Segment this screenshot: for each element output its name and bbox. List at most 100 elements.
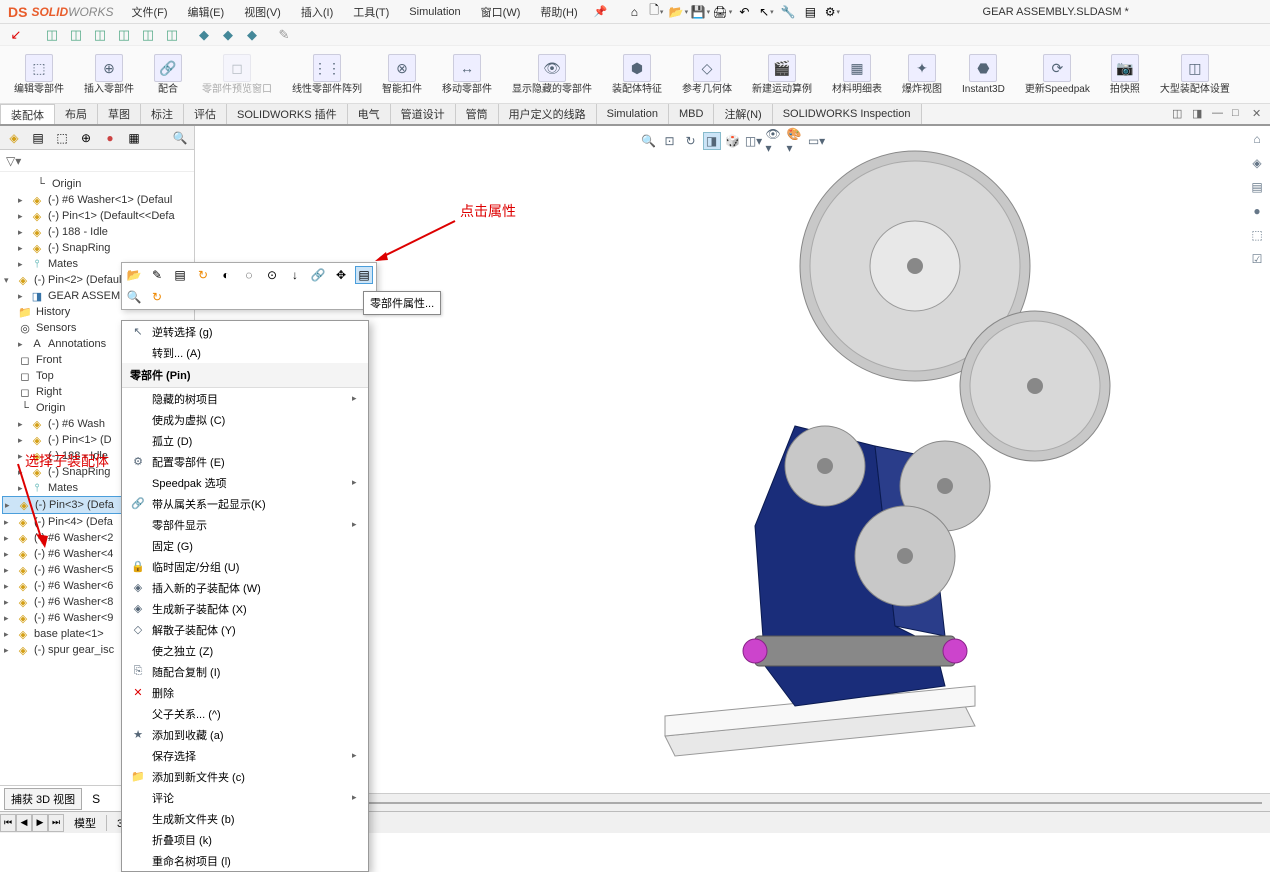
open-icon[interactable]: 📂▾	[669, 3, 687, 21]
search-icon[interactable]: 🔍	[170, 129, 190, 147]
ctx-item-fixed[interactable]: 固定 (G)	[122, 535, 368, 556]
ctx-edit-icon[interactable]: ✎	[148, 266, 166, 284]
ctx-mate-icon[interactable]: 🔗	[309, 266, 327, 284]
ctx-rotate-icon[interactable]: ↻	[148, 288, 166, 306]
ribbon-update-speedpak[interactable]: ⟳更新Speedpak	[1019, 50, 1096, 99]
tree-pin1[interactable]: ▸◈(-) Pin<1> (Default<<Defa	[2, 208, 192, 224]
undo-icon[interactable]: ↶	[735, 3, 753, 21]
tree-origin[interactable]: └Origin	[2, 176, 192, 192]
expand-icon[interactable]: ▸	[18, 419, 26, 430]
ctx-suppress-icon[interactable]: ↓	[286, 266, 304, 284]
cube3-icon[interactable]: ◆	[242, 26, 262, 44]
cube2-icon[interactable]: ◆	[218, 26, 238, 44]
expand-icon[interactable]: ▸	[4, 613, 12, 624]
expand-icon[interactable]: ▸	[4, 549, 12, 560]
menu-file[interactable]: 文件(F)	[121, 4, 177, 20]
box6-icon[interactable]: ◫	[162, 26, 182, 44]
ribbon-preview[interactable]: ◻零部件预览窗口	[196, 50, 278, 99]
float-icon[interactable]: ◫	[1172, 107, 1186, 121]
expand-icon[interactable]: ▸	[18, 195, 26, 206]
tab-annotate[interactable]: 标注	[141, 104, 184, 124]
pen-icon[interactable]: ✎	[274, 26, 294, 44]
ctx-move-icon[interactable]: ✥	[332, 266, 350, 284]
ribbon-move-component[interactable]: ↔移动零部件	[436, 50, 498, 99]
ribbon-ref-geometry[interactable]: ◇参考几何体	[676, 50, 738, 99]
maximize-icon[interactable]: □	[1232, 107, 1246, 121]
bottom-tab-model[interactable]: 模型	[64, 815, 107, 831]
expand-icon[interactable]: ▸	[4, 565, 12, 576]
tab-electrical[interactable]: 电气	[348, 104, 391, 124]
minimize-icon[interactable]: —	[1212, 107, 1226, 121]
ctx-item-display[interactable]: 零部件显示▸	[122, 514, 368, 535]
select-icon[interactable]: ↖▾	[757, 3, 775, 21]
ctx-item-copy-mates[interactable]: ⎘随配合复制 (I)	[122, 661, 368, 682]
tab-layout[interactable]: 布局	[55, 104, 98, 124]
tab-inspection[interactable]: SOLIDWORKS Inspection	[773, 104, 922, 124]
nav-prev-icon[interactable]: ◀	[16, 814, 32, 832]
dim-tab-icon[interactable]: ⊕	[76, 129, 96, 147]
rb-home-icon[interactable]: ⌂	[1248, 130, 1266, 148]
rb-extra-icon[interactable]: ☑	[1248, 250, 1266, 268]
ribbon-edit-component[interactable]: ⬚编辑零部件	[8, 50, 70, 99]
capture-3d-button[interactable]: 捕获 3D 视图	[4, 788, 82, 810]
ctx-item-speedpak[interactable]: Speedpak 选项▸	[122, 472, 368, 493]
ribbon-instant3d[interactable]: ⬣Instant3D	[956, 50, 1011, 99]
expand-icon[interactable]: ▸	[18, 259, 26, 270]
pin-icon[interactable]: 📌	[588, 5, 614, 18]
expand-icon[interactable]: ▾	[4, 275, 12, 286]
tab-assembly[interactable]: 装配体	[0, 104, 55, 124]
refresh-icon[interactable]: S	[86, 790, 106, 808]
ctx-open-icon[interactable]: 📂	[125, 266, 143, 284]
menu-help[interactable]: 帮助(H)	[530, 4, 587, 20]
print-icon[interactable]: 🖨▾	[713, 3, 731, 21]
ctx-config-icon[interactable]: ▤	[171, 266, 189, 284]
box4-icon[interactable]: ◫	[114, 26, 134, 44]
new-icon[interactable]: 🗋▾	[647, 3, 665, 21]
expand-icon[interactable]: ▸	[5, 500, 13, 511]
ctx-item-dissolve[interactable]: ◇解散子装配体 (Y)	[122, 619, 368, 640]
ctx-item-rename[interactable]: 重命名树项目 (l)	[122, 850, 368, 871]
ctx-item-show-mates[interactable]: 🔗带从属关系一起显示(K)	[122, 493, 368, 514]
tab-tubing[interactable]: 管筒	[456, 104, 499, 124]
ctx-transparency-icon[interactable]: ◌	[240, 266, 258, 284]
close-icon[interactable]: ✕	[1252, 107, 1266, 121]
ribbon-snapshot[interactable]: 📷拍快照	[1104, 50, 1146, 99]
ctx-zoom-icon[interactable]: 🔍	[125, 288, 143, 306]
ribbon-smart-fastener[interactable]: ⊗智能扣件	[376, 50, 428, 99]
property-tab-icon[interactable]: ▤	[28, 129, 48, 147]
cube1-icon[interactable]: ◆	[194, 26, 214, 44]
ctx-isolate-icon[interactable]: ⊙	[263, 266, 281, 284]
tab-routing[interactable]: 用户定义的线路	[499, 104, 597, 124]
config-tab-icon[interactable]: ⬚	[52, 129, 72, 147]
extra-tab-icon[interactable]: ▦	[124, 129, 144, 147]
ribbon-bom[interactable]: ▦材料明细表	[826, 50, 888, 99]
funnel-icon[interactable]: ▽▾	[6, 154, 21, 168]
box2-icon[interactable]: ◫	[66, 26, 86, 44]
home-icon[interactable]: ⌂	[625, 3, 643, 21]
tab-annotations[interactable]: 注解(N)	[714, 104, 772, 124]
expand-icon[interactable]: ▸	[4, 517, 12, 528]
ctx-item-parent[interactable]: 父子关系... (^)	[122, 703, 368, 724]
rb-prop-icon[interactable]: ▤	[1248, 178, 1266, 196]
expand-icon[interactable]: ▸	[18, 435, 26, 446]
expand-icon[interactable]: ▸	[18, 483, 26, 494]
ctx-item-add-favorite[interactable]: ★添加到收藏 (a)	[122, 724, 368, 745]
ctx-reload-icon[interactable]: ↻	[194, 266, 212, 284]
tab-mbd[interactable]: MBD	[669, 104, 714, 124]
ctx-item-temp-fix[interactable]: 🔒临时固定/分组 (U)	[122, 556, 368, 577]
expand-icon[interactable]: ▸	[4, 629, 12, 640]
box1-icon[interactable]: ◫	[42, 26, 62, 44]
options-icon[interactable]: ▤	[801, 3, 819, 21]
ctx-item-hide-tree[interactable]: 隐藏的树项目▸	[122, 388, 368, 409]
expand-icon[interactable]: ▸	[18, 227, 26, 238]
tab-sketch[interactable]: 草图	[98, 104, 141, 124]
ctx-item-gen-folder[interactable]: 生成新文件夹 (b)	[122, 808, 368, 829]
ribbon-new-motion[interactable]: 🎬新建运动算例	[746, 50, 818, 99]
expand-icon[interactable]: ▸	[18, 243, 26, 254]
box5-icon[interactable]: ◫	[138, 26, 158, 44]
rb-custom-icon[interactable]: ⬚	[1248, 226, 1266, 244]
nav-first-icon[interactable]: ⏮	[0, 814, 16, 832]
rb-appearance-icon[interactable]: ●	[1248, 202, 1266, 220]
ribbon-linear-pattern[interactable]: ⋮⋮线性零部件阵列	[286, 50, 368, 99]
ctx-item-add-folder[interactable]: 📁添加到新文件夹 (c)	[122, 766, 368, 787]
